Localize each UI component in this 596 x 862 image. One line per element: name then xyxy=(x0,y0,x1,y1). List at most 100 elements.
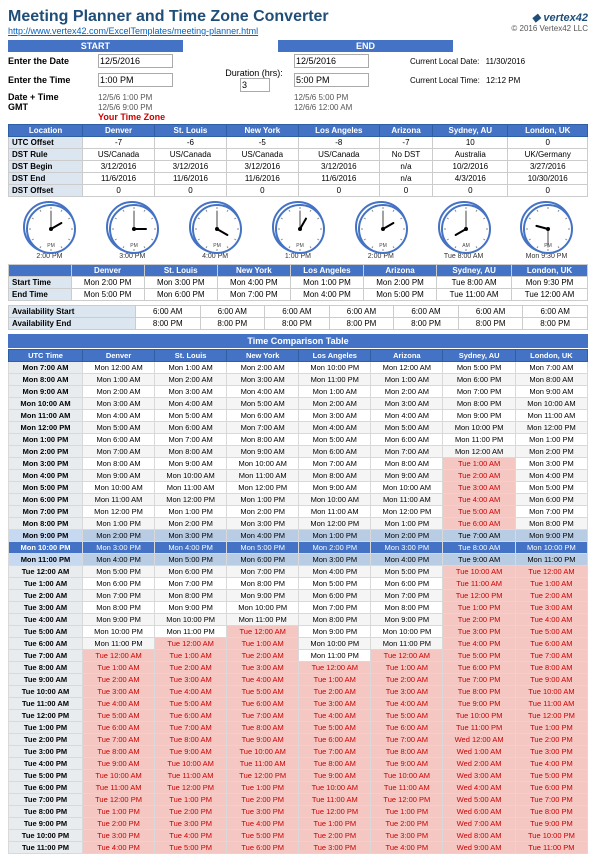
tc-cell: Mon 11:00 PM xyxy=(155,626,227,638)
tc-cell: Tue 10:00 AM xyxy=(155,758,227,770)
clock-face: PM xyxy=(272,201,324,253)
tc-cell: Mon 4:00 AM xyxy=(371,410,443,422)
tc-cell: Tue 3:00 PM xyxy=(155,818,227,830)
time-label: Enter the Time xyxy=(8,68,98,92)
tc-cell: Mon 12:00 PM xyxy=(83,506,155,518)
end-date-input[interactable] xyxy=(294,54,369,68)
tc-cell: Mon 6:00 AM xyxy=(227,410,299,422)
tc-cell: Mon 7:00 PM xyxy=(299,602,371,614)
current-section xyxy=(457,40,588,52)
tc-utc-cell: Tue 11:00 PM xyxy=(9,842,83,854)
tc-cell: Tue 2:00 PM xyxy=(299,830,371,842)
cell-value: 10 xyxy=(433,137,508,149)
tc-cell: Tue 5:00 PM xyxy=(443,650,515,662)
tc-cell: Tue 4:00 PM xyxy=(515,758,587,770)
tc-cell: Tue 4:00 AM xyxy=(155,686,227,698)
start-date-input[interactable] xyxy=(98,54,173,68)
tc-cell: Mon 1:00 AM xyxy=(155,362,227,374)
col-header-stlouis: St. Louis xyxy=(155,125,227,137)
tc-col-header: London, UK xyxy=(515,350,587,362)
tc-utc-cell: Tue 10:00 AM xyxy=(9,686,83,698)
tc-cell: Tue 8:00 AM xyxy=(443,542,515,554)
current-date-label: Current Local Date: 11/30/2016 xyxy=(410,54,588,68)
tc-cell: Tue 9:00 PM xyxy=(443,698,515,710)
start-time-input[interactable] xyxy=(98,73,173,87)
tc-utc-cell: Mon 7:00 PM xyxy=(9,506,83,518)
tc-row: Tue 7:00 AMTue 12:00 AMTue 1:00 AMTue 2:… xyxy=(9,650,588,662)
tc-cell: Tue 1:00 PM xyxy=(443,602,515,614)
cell-value: 0 xyxy=(379,185,432,197)
tc-cell: Mon 8:00 PM xyxy=(515,518,587,530)
tc-cell: Mon 8:00 AM xyxy=(515,374,587,386)
clock-face: PM xyxy=(106,201,158,253)
tc-utc-cell: Mon 2:00 PM xyxy=(9,446,83,458)
tc-cell: Tue 6:00 PM xyxy=(515,782,587,794)
tc-cell: Tue 9:00 AM xyxy=(515,674,587,686)
tc-cell: Tue 3:00 PM xyxy=(299,842,371,854)
tc-cell: Mon 1:00 AM xyxy=(83,374,155,386)
tc-cell: Mon 4:00 PM xyxy=(227,530,299,542)
page-link[interactable]: http://www.vertex42.com/ExcelTemplates/m… xyxy=(8,26,329,36)
tc-utc-cell: Tue 5:00 PM xyxy=(9,770,83,782)
tc-row: Tue 5:00 AMMon 10:00 PMMon 11:00 PMTue 1… xyxy=(9,626,588,638)
times-cell: Mon 5:00 PM xyxy=(364,289,437,301)
tc-utc-cell: Tue 10:00 PM xyxy=(9,830,83,842)
tc-cell: Mon 8:00 AM xyxy=(83,458,155,470)
tc-cell: Tue 3:00 PM xyxy=(227,806,299,818)
tc-utc-cell: Tue 3:00 PM xyxy=(9,746,83,758)
tc-cell: Mon 4:00 AM xyxy=(83,410,155,422)
tc-cell: Tue 1:00 AM xyxy=(515,578,587,590)
tc-cell: Tue 1:00 AM xyxy=(227,638,299,650)
tc-cell: Mon 6:00 AM xyxy=(299,446,371,458)
row-label: DST Offset xyxy=(9,185,83,197)
tc-cell: Tue 8:00 AM xyxy=(299,758,371,770)
tc-col-header: Sydney, AU xyxy=(443,350,515,362)
avail-row: Availability End8:00 PM8:00 PM8:00 PM8:0… xyxy=(9,318,588,330)
tc-cell: Tue 5:00 AM xyxy=(299,722,371,734)
end-datetime-val: 12/5/6 5:00 PM xyxy=(294,92,410,102)
clock-los-angeles: PM1:00 PM xyxy=(272,201,324,260)
tc-cell: Mon 11:00 PM xyxy=(227,614,299,626)
end-gmt-val: 12/6/6 12:00 AM xyxy=(294,102,410,112)
svg-text:PM: PM xyxy=(545,243,553,249)
tc-row: Tue 3:00 AMMon 8:00 PMMon 9:00 PMMon 10:… xyxy=(9,602,588,614)
times-cell: Mon 4:00 PM xyxy=(290,289,363,301)
tc-utc-cell: Tue 1:00 AM xyxy=(9,578,83,590)
start-gmt-val: 12/5/6 9:00 PM xyxy=(98,102,214,112)
tc-cell: Tue 3:00 AM xyxy=(83,686,155,698)
tc-cell: Mon 12:00 PM xyxy=(299,518,371,530)
tc-cell: Mon 8:00 PM xyxy=(227,578,299,590)
tc-cell: Tue 5:00 PM xyxy=(155,842,227,854)
tc-utc-cell: Tue 12:00 AM xyxy=(9,566,83,578)
duration-input[interactable] xyxy=(240,78,270,92)
clock-face: PM xyxy=(189,201,241,253)
tc-col-header: New York xyxy=(227,350,299,362)
tc-cell: Tue 11:00 AM xyxy=(155,770,227,782)
tc-cell: Mon 1:00 PM xyxy=(155,506,227,518)
tc-cell: Tue 9:00 PM xyxy=(515,818,587,830)
tc-cell: Tue 3:00 PM xyxy=(83,830,155,842)
times-table: DenverSt. LouisNew YorkLos AngelesArizon… xyxy=(8,264,588,301)
tc-row: Mon 10:00 AMMon 3:00 AMMon 4:00 AMMon 5:… xyxy=(9,398,588,410)
tc-cell: Mon 4:00 PM xyxy=(371,554,443,566)
cell-value: US/Canada xyxy=(83,149,155,161)
tc-row: Mon 9:00 PMMon 2:00 PMMon 3:00 PMMon 4:0… xyxy=(9,530,588,542)
times-header-cell: Arizona xyxy=(364,265,437,277)
cell-value: 10/30/2016 xyxy=(508,173,588,185)
cell-value: US/Canada xyxy=(155,149,227,161)
tc-row: Tue 11:00 AMTue 4:00 AMTue 5:00 AMTue 6:… xyxy=(9,698,588,710)
times-row-label: End Time xyxy=(9,289,72,301)
tc-cell: Tue 12:00 AM xyxy=(155,638,227,650)
end-time-input[interactable] xyxy=(294,73,369,87)
tc-cell: Mon 7:00 AM xyxy=(155,434,227,446)
tc-cell: Tue 2:00 AM xyxy=(515,590,587,602)
tc-row: Tue 11:00 PMTue 4:00 PMTue 5:00 PMTue 6:… xyxy=(9,842,588,854)
cell-value: n/a xyxy=(379,173,432,185)
tc-cell: Mon 10:00 AM xyxy=(83,482,155,494)
avail-cell: 6:00 AM xyxy=(200,306,265,318)
svg-text:PM: PM xyxy=(131,243,139,249)
tc-utc-cell: Tue 6:00 AM xyxy=(9,638,83,650)
tc-cell: Mon 10:00 PM xyxy=(299,638,371,650)
tc-cell: Mon 11:00 AM xyxy=(83,494,155,506)
clock-st.-louis: PM3:00 PM xyxy=(106,201,158,260)
